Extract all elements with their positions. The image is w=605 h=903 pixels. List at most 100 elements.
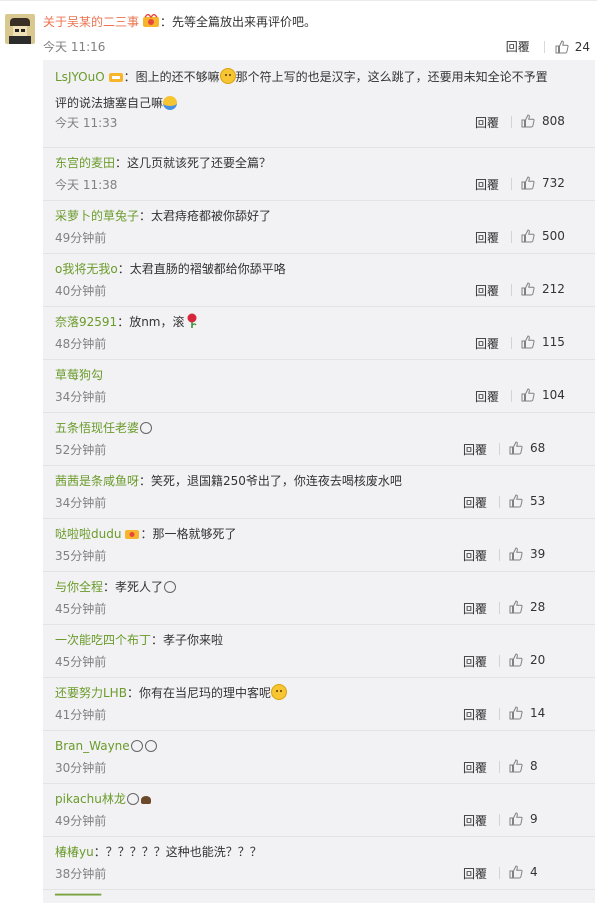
reply-username[interactable]: 哒啦啦dudu (55, 527, 121, 541)
reply-username[interactable]: 还要努力LHB (55, 686, 127, 700)
reply-button[interactable]: 回覆 (475, 388, 499, 405)
avatar[interactable] (5, 14, 35, 44)
cry-emoji-icon (130, 740, 143, 752)
reply-item: o我将无我o：太君直肠的褶皱都给你舔平咯 40分钟前 回覆 212 (43, 253, 595, 307)
reply-username[interactable]: 奈落92591 (55, 315, 117, 329)
thumbs-up-icon[interactable] (509, 441, 523, 458)
more-replies-partial: ▔▔▔▔▔ (55, 894, 102, 903)
reply-content: 还要努力LHB：你有在当尼玛的理中客呢 (55, 683, 555, 704)
like-count: 115 (542, 335, 565, 349)
like-button[interactable]: 24 (555, 40, 590, 54)
thumbs-up-icon[interactable] (509, 653, 523, 670)
reply-button[interactable]: 回覆 (463, 865, 487, 882)
reply-username[interactable]: o我将无我o (55, 262, 118, 276)
reply-content: 奈落92591：放nm，滚 (55, 312, 555, 336)
reply-username[interactable]: 五条悟现任老婆 (55, 421, 139, 435)
reply-item: pikachu林龙 49分钟前 回覆 9 (43, 783, 595, 837)
like-count: 14 (530, 706, 546, 720)
reply-button[interactable]: 回覆 (463, 759, 487, 776)
reply-button[interactable]: 回覆 (463, 812, 487, 829)
reply-text: ：太君直肠的褶皱都给你舔平咯 (117, 262, 286, 276)
reply-time: 35分钟前 (55, 549, 107, 563)
reply-button[interactable]: 回覆 (506, 38, 530, 55)
thumbs-up-icon[interactable] (521, 229, 535, 246)
thumbs-up-icon[interactable] (509, 547, 523, 564)
reply-username[interactable]: 草莓狗勾 (55, 368, 103, 382)
reply-time: 41分钟前 (55, 708, 107, 722)
reply-item: LsJYOuO ：图上的还不够嘛 那个符上写的也是汉字，这么跳了，还要用未知全论不予… (43, 60, 595, 148)
divider (543, 40, 545, 53)
reply-button[interactable]: 回覆 (463, 494, 487, 511)
reply-button[interactable]: 回覆 (463, 706, 487, 723)
reply-ops: 回覆 115 (475, 335, 595, 351)
reply-ops: 回覆 104 (475, 388, 595, 404)
like-count: 8 (530, 759, 538, 773)
reply-item: Bran_Wayne 30分钟前 回覆 8 (43, 730, 595, 784)
reply-button[interactable]: 回覆 (463, 547, 487, 564)
reply-item: 与你全程：孝死人了 45分钟前 回覆 28 (43, 571, 595, 625)
like-count: 68 (530, 441, 546, 455)
reply-button[interactable]: 回覆 (475, 114, 499, 131)
thumbs-up-icon[interactable] (509, 865, 523, 882)
thumbs-up-icon[interactable] (521, 282, 535, 299)
rose-emoji-icon (186, 313, 198, 336)
main-comment-username[interactable]: 关于吴某的二三事 (43, 15, 139, 29)
reply-username[interactable]: LsJYOuO (55, 70, 105, 84)
reply-item: 草莓狗勾 34分钟前 回覆 104 (43, 359, 595, 413)
reply-time: 49分钟前 (55, 231, 107, 245)
reply-text: ：笑死，退国籍250爷出了，你连夜去喝核废水吧 (139, 474, 402, 488)
reply-time: 52分钟前 (55, 443, 107, 457)
reply-time: 34分钟前 (55, 390, 107, 404)
reply-button[interactable]: 回覆 (475, 229, 499, 246)
like-count: 4 (530, 865, 538, 879)
thumbs-up-icon[interactable] (521, 335, 535, 352)
scrollbar[interactable] (597, 0, 605, 903)
reply-username[interactable]: pikachu林龙 (55, 792, 126, 806)
thumbs-up-icon[interactable] (509, 494, 523, 511)
reply-item: 东宫的麦田：这几页就该死了还要全篇？ 今天 11:38 回覆 732 (43, 147, 595, 201)
cry-emoji-icon (144, 740, 157, 752)
reply-time: 49分钟前 (55, 814, 107, 828)
reply-item: 椿椿yu：？？？？？这种也能洗？？？ 38分钟前 回覆 4 (43, 836, 595, 890)
reply-button[interactable]: 回覆 (463, 600, 487, 617)
reply-item: 茜茜是条咸鱼呀：笑死，退国籍250爷出了，你连夜去喝核废水吧 34分钟前 回覆 53 (43, 465, 595, 519)
reply-ops: 回覆 8 (463, 759, 583, 775)
reply-button[interactable]: 回覆 (463, 441, 487, 458)
reply-ops: 回覆 732 (475, 176, 595, 192)
thumbs-up-icon[interactable] (521, 176, 535, 193)
thumbs-up-icon[interactable] (521, 114, 535, 131)
reply-text: ：放nm，滚 (117, 315, 185, 329)
main-comment-content: 关于吴某的二三事 ：先等全篇放出来再评价吧。 (43, 13, 316, 31)
reply-content: 采萝卜的草兔子：太君痔疮都被你舔好了 (55, 206, 555, 227)
reply-content: 东宫的麦田：这几页就该死了还要全篇？ (55, 153, 555, 174)
like-count: 20 (530, 653, 546, 667)
thumbs-up-icon[interactable] (509, 706, 523, 723)
reply-content: LsJYOuO ：图上的还不够嘛 那个符上写的也是汉字，这么跳了，还要用未知全论不予… (55, 65, 555, 115)
reply-username[interactable]: 东宫的麦田 (55, 156, 115, 170)
reply-ops: 回覆 28 (463, 600, 583, 616)
reply-username[interactable]: 茜茜是条咸鱼呀 (55, 474, 139, 488)
thumbs-up-icon[interactable] (509, 600, 523, 617)
reply-time: 40分钟前 (55, 284, 107, 298)
reply-content: 五条悟现任老婆 (55, 418, 555, 439)
reply-username[interactable]: 椿椿yu (55, 845, 94, 859)
reply-username[interactable]: Bran_Wayne (55, 739, 130, 753)
reply-time: 48分钟前 (55, 337, 107, 351)
thumbs-up-icon (555, 39, 569, 53)
reply-button[interactable]: 回覆 (475, 335, 499, 352)
reply-item: 哒啦啦dudu ：那一格就够死了 35分钟前 回覆 39 (43, 518, 595, 572)
thumbs-up-icon[interactable] (509, 812, 523, 829)
thumbs-up-icon[interactable] (509, 759, 523, 776)
reply-content: pikachu林龙 (55, 789, 555, 810)
reply-button[interactable]: 回覆 (475, 176, 499, 193)
reply-text: ：那一格就够死了 (140, 527, 237, 541)
main-comment-ops: 回覆 24 (506, 38, 590, 55)
reply-ops: 回覆 39 (463, 547, 583, 563)
reply-button[interactable]: 回覆 (463, 653, 487, 670)
reply-username[interactable]: 与你全程 (55, 580, 103, 594)
reply-button[interactable]: 回覆 (475, 282, 499, 299)
like-count: 9 (530, 812, 538, 826)
reply-username[interactable]: 采萝卜的草兔子 (55, 209, 139, 223)
reply-username[interactable]: 一次能吃四个布丁 (55, 633, 151, 647)
thumbs-up-icon[interactable] (521, 388, 535, 405)
